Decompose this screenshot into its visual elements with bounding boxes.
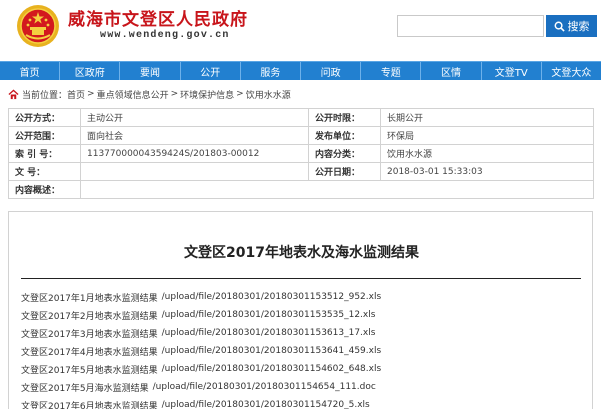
file-name: 文登区2017年5月海水监测结果 xyxy=(21,383,149,394)
meta-key: 公开方式： xyxy=(8,108,81,127)
table-row: 索 引 号： 11377000004359424S/201803-00012 内… xyxy=(8,144,594,163)
breadcrumb-key-areas[interactable]: 重点领域信息公开 xyxy=(97,88,169,101)
meta-key: 索 引 号： xyxy=(8,144,81,163)
meta-key: 公开时限： xyxy=(308,108,381,127)
list-item[interactable]: 文登区2017年5月地表水监测结果/upload/file/20180301/2… xyxy=(21,360,381,378)
nav-item-news[interactable]: 要闻 xyxy=(120,62,181,80)
file-link[interactable]: /upload/file/20180301/20180301153512_952… xyxy=(162,292,382,302)
meta-key: 内容概述： xyxy=(8,180,81,199)
search-input[interactable] xyxy=(397,15,544,37)
breadcrumb: 当前位置： 首页 > 重点领域信息公开 > 环境保护信息 > 饮用水水源 xyxy=(8,87,291,101)
meta-value: 环保局 xyxy=(380,126,594,145)
meta-value: 饮用水水源 xyxy=(380,144,594,163)
meta-value xyxy=(80,180,594,199)
meta-value: 2018-03-01 15:33:03 xyxy=(380,162,594,181)
nav-item-government[interactable]: 区政府 xyxy=(60,62,121,80)
nav-item-home[interactable]: 首页 xyxy=(0,62,61,80)
list-item[interactable]: 文登区2017年6月地表水监测结果/upload/file/20180301/2… xyxy=(21,396,381,409)
table-row: 文 号： 公开日期： 2018-03-01 15:33:03 xyxy=(8,162,594,181)
national-emblem-icon xyxy=(17,5,59,47)
breadcrumb-separator: > xyxy=(236,89,244,99)
site-header: 威海市文登区人民政府 www.wendeng.gov.cn 搜索 xyxy=(0,0,601,60)
file-name: 文登区2017年6月地表水监测结果 xyxy=(21,401,158,409)
list-item[interactable]: 文登区2017年4月地表水监测结果/upload/file/20180301/2… xyxy=(21,342,381,360)
file-name: 文登区2017年2月地表水监测结果 xyxy=(21,311,158,322)
list-item[interactable]: 文登区2017年2月地表水监测结果/upload/file/20180301/2… xyxy=(21,306,381,324)
site-title: 威海市文登区人民政府 xyxy=(68,10,248,30)
file-link[interactable]: /upload/file/20180301/20180301154602_648… xyxy=(162,364,382,374)
file-link[interactable]: /upload/file/20180301/20180301153613_17.… xyxy=(162,328,376,338)
breadcrumb-label: 当前位置： xyxy=(22,90,68,101)
nav-item-topics[interactable]: 专题 xyxy=(361,62,422,80)
file-name: 文登区2017年1月地表水监测结果 xyxy=(21,293,158,304)
file-link[interactable]: /upload/file/20180301/20180301154720_5.x… xyxy=(162,400,370,409)
nav-item-district-info[interactable]: 区情 xyxy=(421,62,482,80)
search-button-label: 搜索 xyxy=(567,20,590,33)
meta-value: 主动公开 xyxy=(80,108,309,127)
file-link[interactable]: /upload/file/20180301/20180301153535_12.… xyxy=(162,310,376,320)
home-icon xyxy=(8,89,19,99)
nav-item-disclosure[interactable]: 公开 xyxy=(181,62,241,80)
breadcrumb-separator: > xyxy=(87,89,95,99)
meta-key: 发布单位： xyxy=(308,126,381,145)
nav-item-wendeng-dazhong[interactable]: 文登大众 xyxy=(542,62,601,80)
nav-item-wendeng-tv[interactable]: 文登TV xyxy=(482,62,542,80)
breadcrumb-separator: > xyxy=(170,89,179,99)
meta-key: 文 号： xyxy=(8,162,81,181)
breadcrumb-home[interactable]: 首页 xyxy=(67,88,85,101)
breadcrumb-environment[interactable]: 环境保护信息 xyxy=(180,88,234,101)
meta-value xyxy=(80,162,309,181)
title-divider xyxy=(21,278,581,279)
table-row: 内容概述： xyxy=(8,180,594,199)
attachment-list: 文登区2017年1月地表水监测结果/upload/file/20180301/2… xyxy=(21,288,381,409)
metadata-table: 公开方式： 主动公开 公开时限： 长期公开 公开范围： 面向社会 发布单位： 环… xyxy=(8,108,594,199)
meta-key: 内容分类： xyxy=(308,144,381,163)
list-item[interactable]: 文登区2017年5月海水监测结果/upload/file/20180301/20… xyxy=(21,378,381,396)
list-item[interactable]: 文登区2017年1月地表水监测结果/upload/file/20180301/2… xyxy=(21,288,381,306)
breadcrumb-drinking-water[interactable]: 饮用水水源 xyxy=(246,88,291,101)
meta-key: 公开范围： xyxy=(8,126,81,145)
file-name: 文登区2017年4月地表水监测结果 xyxy=(21,347,158,358)
site-url: www.wendeng.gov.cn xyxy=(100,30,230,41)
article-content: 文登区2017年地表水及海水监测结果 文登区2017年1月地表水监测结果/upl… xyxy=(8,211,593,409)
meta-value: 面向社会 xyxy=(80,126,309,145)
search-button[interactable]: 搜索 xyxy=(546,15,597,37)
search-icon xyxy=(554,21,565,32)
table-row: 公开范围： 面向社会 发布单位： 环保局 xyxy=(8,126,594,145)
file-name: 文登区2017年3月地表水监测结果 xyxy=(21,329,158,340)
list-item[interactable]: 文登区2017年3月地表水监测结果/upload/file/20180301/2… xyxy=(21,324,381,342)
file-name: 文登区2017年5月地表水监测结果 xyxy=(21,365,158,376)
file-link[interactable]: /upload/file/20180301/20180301153641_459… xyxy=(162,346,382,356)
article-title: 文登区2017年地表水及海水监测结果 xyxy=(184,245,419,261)
file-link[interactable]: /upload/file/20180301/20180301154654_111… xyxy=(153,382,376,392)
nav-item-services[interactable]: 服务 xyxy=(241,62,302,80)
nav-item-inquiry[interactable]: 问政 xyxy=(301,62,362,80)
meta-value: 11377000004359424S/201803-00012 xyxy=(80,144,309,163)
meta-key: 公开日期： xyxy=(308,162,381,181)
table-row: 公开方式： 主动公开 公开时限： 长期公开 xyxy=(8,108,594,127)
meta-value: 长期公开 xyxy=(380,108,594,127)
main-nav: 首页 区政府 要闻 公开 服务 问政 专题 区情 文登TV 文登大众 xyxy=(0,61,601,80)
